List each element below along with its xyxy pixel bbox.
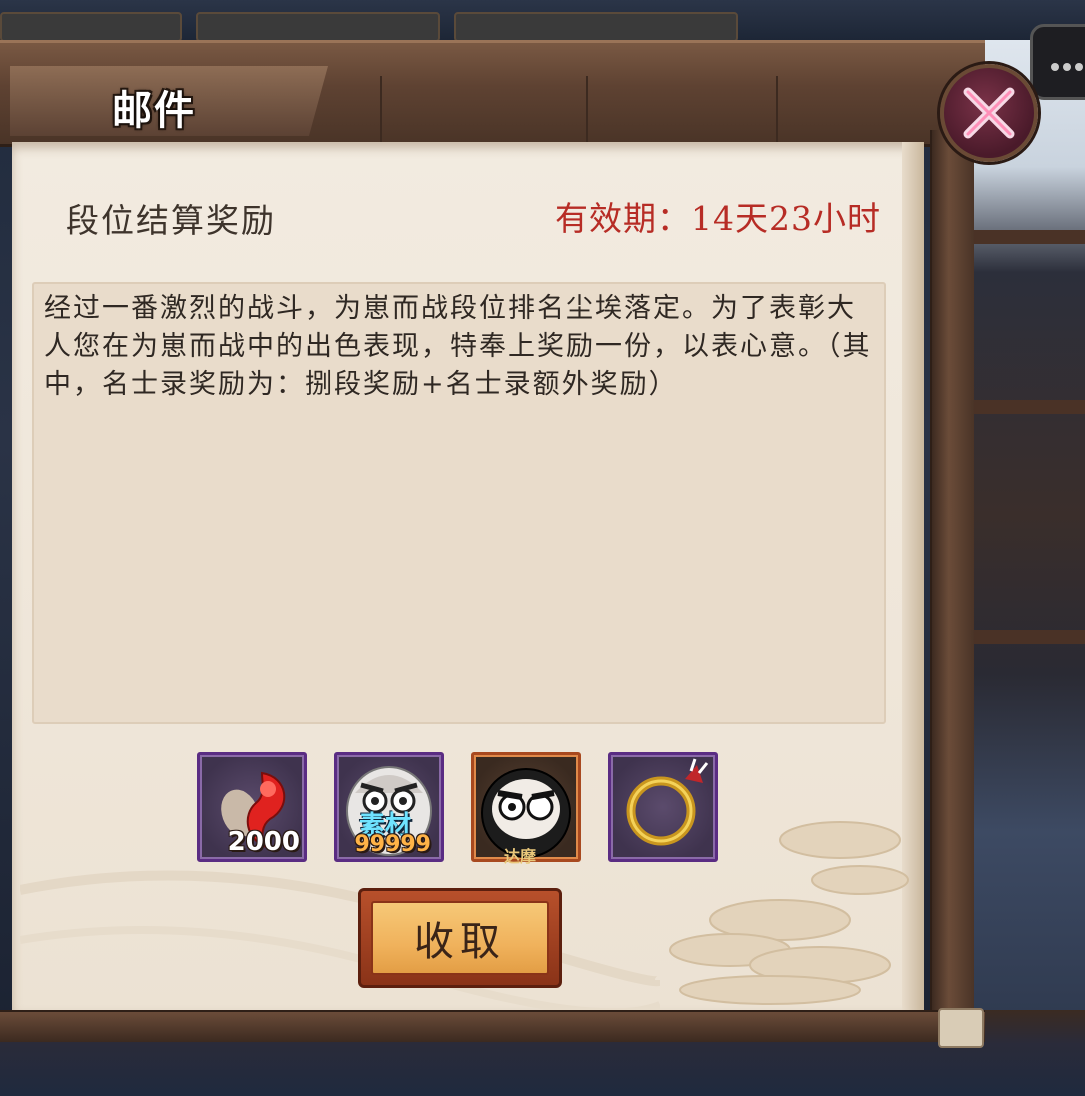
scenery-background xyxy=(965,40,1085,1096)
scroll-bottom-frame xyxy=(0,1010,985,1042)
resource-slot xyxy=(196,12,440,42)
resource-slot xyxy=(454,12,738,42)
mail-subject: 段位结算奖励 xyxy=(66,201,276,240)
close-button[interactable] xyxy=(940,64,1038,162)
reward-item-golden-ring[interactable] xyxy=(608,752,718,862)
golden-ring-icon xyxy=(626,758,709,846)
claim-button[interactable]: 收取 xyxy=(358,888,562,988)
reward-count: 2000 xyxy=(227,827,300,857)
scroll-rod xyxy=(930,130,974,1012)
claim-button-label: 收取 xyxy=(414,919,506,965)
reward-item-magatama[interactable]: 2000 xyxy=(197,752,307,862)
reward-item-black-daruma[interactable]: 达摩 xyxy=(471,752,581,866)
chat-icon xyxy=(1051,63,1083,71)
resource-bar-background xyxy=(0,0,1085,42)
mail-body-text: 经过一番激烈的战斗，为崽而战段位排名尘埃落定。为了表彰大人您在为崽而战中的出色表… xyxy=(44,293,872,400)
scroll-rod-cap xyxy=(938,1008,984,1048)
resource-slot xyxy=(0,12,182,42)
reward-tag: 达摩 xyxy=(504,847,537,866)
mail-expiry: 有效期：14天23小时 xyxy=(555,199,881,238)
reward-item-material-daruma[interactable]: 素材 99999 xyxy=(334,752,444,862)
close-icon xyxy=(963,87,1015,139)
chat-button[interactable] xyxy=(1030,24,1085,100)
reward-count: 99999 xyxy=(354,832,431,857)
window-title: 邮件 xyxy=(112,87,196,134)
